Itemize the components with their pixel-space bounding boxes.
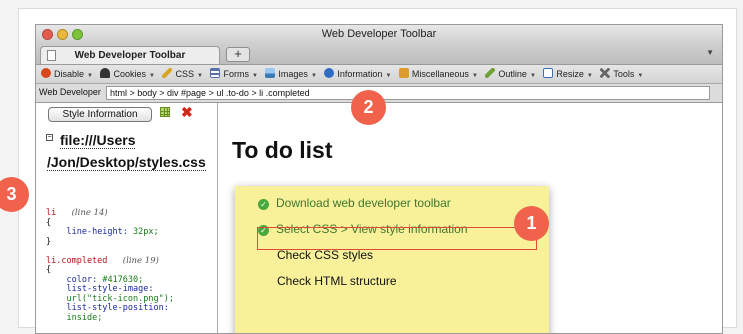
- toolbar-outline-menu[interactable]: Outline ▼: [485, 65, 536, 83]
- info-icon: [324, 68, 335, 78]
- css-line-comment: (line 19): [122, 255, 159, 266]
- toolbar-miscellaneous-menu[interactable]: Miscellaneous ▼: [398, 65, 478, 83]
- chevron-down-icon: ▼: [149, 73, 155, 79]
- toolbar-css-menu[interactable]: CSS ▼: [162, 65, 203, 83]
- zoom-window-button[interactable]: [72, 29, 83, 40]
- page-heading: To do list: [232, 137, 333, 163]
- todo-item-completed[interactable]: ✓ Download web developer toolbar: [258, 192, 451, 214]
- page-content: To do list ✓ Download web developer toolb…: [218, 103, 722, 333]
- callout-badge-2: 2: [351, 90, 386, 125]
- todo-item[interactable]: Check HTML structure: [277, 270, 397, 292]
- chevron-down-icon: ▼: [529, 73, 536, 79]
- close-icon[interactable]: ✖: [181, 104, 193, 121]
- todo-list: ✓ Download web developer toolbar ✓ Select …: [235, 186, 549, 333]
- style-information-button[interactable]: Style Information: [48, 107, 152, 122]
- grid-icon[interactable]: [160, 107, 170, 117]
- toolbar-images-menu[interactable]: Images ▼: [265, 65, 317, 83]
- image-icon: [265, 68, 276, 78]
- style-information-panel: Style Information ✖ − file:///Users /Jon…: [36, 103, 218, 333]
- form-icon: [210, 68, 221, 78]
- document-icon: [47, 50, 56, 61]
- css-property: list-style-image:: [66, 284, 154, 294]
- chevron-down-icon: ▼: [385, 73, 392, 79]
- tools-icon: [600, 68, 611, 78]
- chevron-down-icon: ▼: [196, 73, 203, 79]
- minimize-window-button[interactable]: [57, 29, 68, 40]
- web-developer-toolbar: Disable ▼ Cookies ▼ CSS ▼ Forms ▼ Images ▼ In…: [36, 65, 722, 84]
- disable-icon: [41, 68, 51, 78]
- chevron-down-icon: ▼: [471, 73, 478, 79]
- toolbar-information-menu[interactable]: Information ▼: [324, 65, 392, 83]
- toolbar-resize-menu[interactable]: Resize ▼: [543, 65, 593, 83]
- selected-element-highlight: [257, 227, 537, 250]
- css-property: line-height:: [66, 227, 128, 237]
- callout-badge-1: 1: [514, 206, 549, 241]
- css-value: #417630;: [102, 274, 144, 285]
- css-value: url("tick-icon.png");: [66, 293, 174, 304]
- css-value: 32px;: [133, 227, 159, 237]
- css-value: inside;: [66, 312, 103, 323]
- breadcrumb-label: Web Developer: [39, 87, 101, 97]
- css-line-comment: (line 14): [71, 208, 108, 218]
- tab-web-developer-toolbar[interactable]: Web Developer Toolbar: [40, 46, 220, 64]
- check-icon: ✓: [258, 199, 269, 210]
- outline-pencil-icon: [485, 68, 496, 78]
- chevron-down-icon: ▼: [310, 73, 317, 79]
- chevron-down-icon: ▼: [251, 73, 258, 79]
- css-property: color:: [66, 274, 98, 285]
- toolbar-forms-menu[interactable]: Forms ▼: [210, 65, 258, 83]
- close-window-button[interactable]: [42, 29, 53, 40]
- css-selector: li: [46, 208, 57, 218]
- chevron-down-icon: ▼: [87, 73, 93, 79]
- tab-strip: Web Developer Toolbar + ▼: [36, 44, 722, 65]
- stylesheet-url[interactable]: file:///Users /Jon/Desktop/styles.css: [47, 129, 217, 173]
- toolbar-cookies-menu[interactable]: Cookies ▼: [100, 65, 155, 83]
- browser-window: Web Developer Toolbar Web Developer Tool…: [35, 24, 723, 334]
- title-bar: Web Developer Toolbar: [36, 25, 722, 44]
- css-rules: li (line 14) { line-height: 32px; } li.c…: [46, 208, 174, 323]
- toolbar-tools-menu[interactable]: Tools ▼: [600, 65, 644, 83]
- misc-icon: [398, 68, 409, 78]
- person-icon: [100, 68, 111, 78]
- pencil-icon: [162, 68, 173, 78]
- css-selector: li.completed: [46, 255, 108, 266]
- window-title: Web Developer Toolbar: [321, 28, 437, 40]
- chevron-down-icon: ▼: [586, 73, 593, 79]
- tab-list-chevron-down-icon[interactable]: ▼: [706, 48, 714, 57]
- resize-icon: [543, 68, 554, 78]
- new-tab-button[interactable]: +: [226, 47, 250, 62]
- css-property: list-style-position:: [66, 303, 169, 313]
- chevron-down-icon: ▼: [637, 73, 644, 79]
- element-path-field[interactable]: html > body > div #page > ul .to-do > li…: [106, 86, 710, 100]
- toolbar-disable-menu[interactable]: Disable ▼: [41, 65, 93, 83]
- tab-label: Web Developer Toolbar: [74, 50, 186, 61]
